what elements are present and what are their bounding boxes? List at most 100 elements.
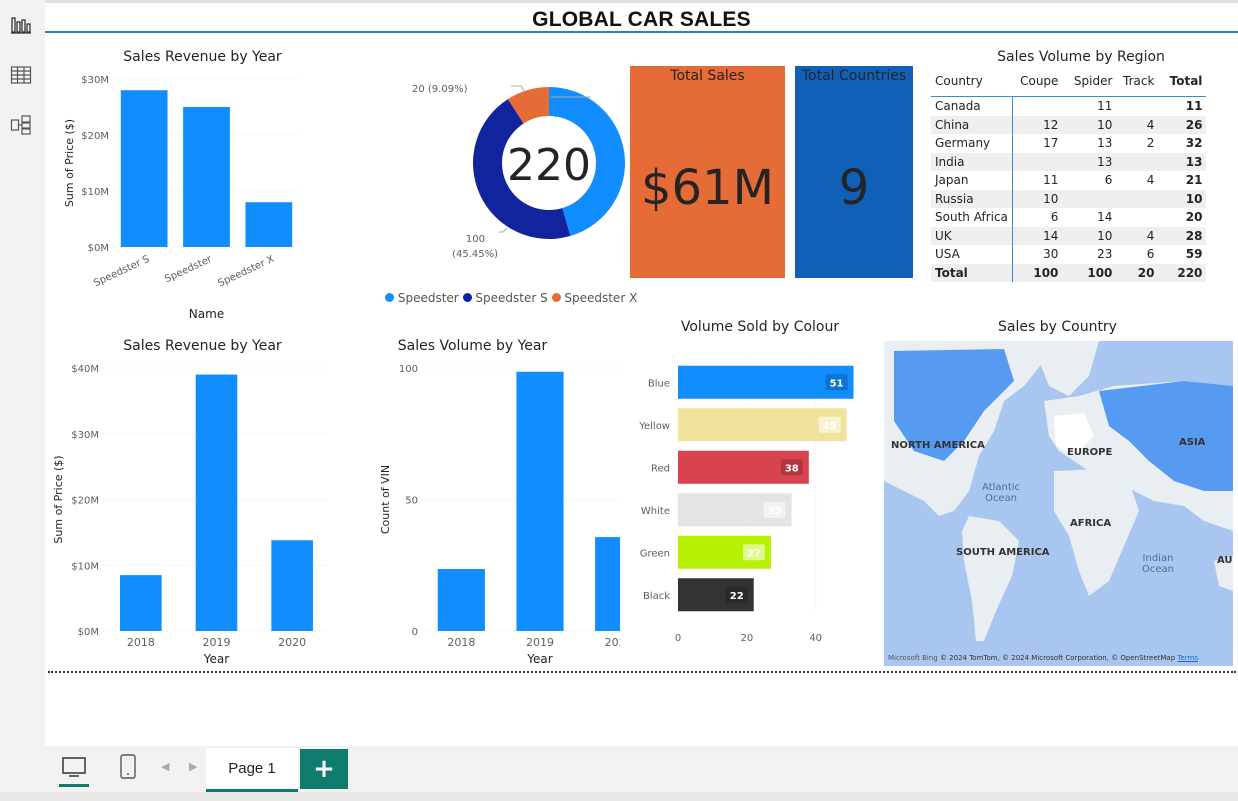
revenue-by-year-chart[interactable]: $0M $10M $20M $30M $40M 2018 2019 2020 Year Sum o… [45,356,340,668]
status-strip [0,792,1238,801]
matrix-cell [1116,208,1158,227]
table-row[interactable]: Germany 17 13 2 32 [931,134,1206,153]
matrix-cell: 32 [1185,136,1203,151]
colour-data-label: 33 [768,506,782,517]
matrix-cell: 59 [1185,247,1203,262]
rev-name-bar[interactable] [120,90,168,247]
revenue-by-name-chart[interactable]: $0M $10M $20M $30M Speedster S Speedster Speed… [45,66,335,328]
matrix-header-coupe[interactable]: Coupe [1012,66,1062,97]
matrix-cell [1116,97,1158,116]
table-view-icon[interactable] [10,64,34,88]
legend-speedster[interactable]: Speedster [398,291,459,305]
table-row[interactable]: Canada 11 11 [931,96,1206,116]
mobile-layout-button[interactable] [119,754,137,780]
matrix-header-row: Country Coupe Spider Track Total [931,66,1207,97]
legend-speedster-s[interactable]: Speedster S [475,291,547,305]
matrix-cell: 14 [1012,226,1063,245]
canvas-top-border [45,0,1238,3]
revenue-by-year-title: Sales Revenue by Year [123,338,282,354]
next-page-icon[interactable]: ▶ [189,760,197,773]
rev-year-ytick: $30M [71,430,99,441]
left-rail [0,0,45,746]
page-tab-bar: ◀ ▶ Page 1 + [45,746,1238,792]
matrix-header-total[interactable]: Total [1158,66,1206,97]
matrix-cell: 12 [1012,115,1063,134]
rev-year-ytick: $40M [71,364,99,375]
donut-label-speedster-s-pct: (45.45%) [452,249,498,260]
donut-chart[interactable]: 100 (45.45%) 100 (45.45%) 20 (9.09%) 220 [395,72,635,292]
matrix-row-label: Japan [931,171,1013,190]
table-row[interactable]: South Africa 6 14 20 [931,208,1206,227]
matrix-cell [1116,152,1159,171]
rev-name-bar[interactable] [183,107,230,247]
matrix-header-track[interactable]: Track [1116,66,1158,97]
vol-year-ytick: 100 [399,364,418,375]
terms-link[interactable]: Terms [1177,654,1198,662]
rev-name-ytick: $0M [88,243,109,254]
colour-data-label: 27 [747,548,761,559]
rev-year-xtick: 2018 [127,636,155,649]
rev-year-xlabel: Year [203,652,229,666]
map-label-south-america: SOUTH AMERICA [956,547,1050,558]
matrix-header-spider[interactable]: Spider [1062,66,1116,97]
matrix-cell: 10 [1062,226,1117,245]
matrix-cell: 21 [1185,173,1203,188]
report-view-icon[interactable] [10,14,34,38]
vol-year-bar[interactable] [437,569,485,631]
matrix-row-label: Russia [931,189,1013,208]
volume-by-colour-chart[interactable]: 0 20 40 Blue 51 Yellow 49 Red 38 White 33 Green 27 Bl… [625,338,865,650]
report-canvas: GLOBAL CAR SALES Sales Revenue by Year $… [45,0,1238,746]
attribution-text[interactable]: © 2024 TomTom, © 2024 Microsoft Corporat… [940,654,1175,662]
total-countries-label: Total Countries [801,68,907,84]
volume-by-year-chart[interactable]: 0 50 100 2018 2019 2020 Year Count of VIN [330,356,620,668]
region-table: Country Coupe Spider Track Total Canada 11 11 Ch… [931,66,1207,282]
prev-page-icon[interactable]: ◀ [161,760,169,773]
colour-data-label: 51 [830,378,844,389]
vol-year-xtick: 2019 [526,636,554,649]
table-row[interactable]: UK 14 10 4 28 [931,226,1207,245]
vol-year-bar[interactable] [516,371,564,631]
page-tab-page-1[interactable]: Page 1 [206,748,298,792]
matrix-cell: 10 [1012,189,1063,208]
table-row[interactable]: Japan 11 6 4 21 [931,171,1206,190]
region-matrix[interactable]: Country Coupe Spider Track Total Canada 11 11 Ch… [931,66,1207,282]
model-view-icon[interactable] [10,114,34,138]
matrix-row-label: South Africa [931,208,1013,227]
matrix-cell [1062,189,1117,208]
revenue-by-name-title: Sales Revenue by Year [123,49,282,65]
rev-year-bar[interactable] [120,575,162,631]
total-sales-card[interactable]: Total Sales $61M [630,66,785,278]
vol-year-bar[interactable] [595,537,620,631]
donut-leader-line [511,85,526,93]
matrix-cell: 4 [1116,115,1159,134]
rev-year-bar[interactable] [271,540,313,631]
desktop-layout-button[interactable] [59,754,89,788]
matrix-row-label: China [931,115,1013,134]
rev-name-bar[interactable] [245,202,293,247]
legend-speedster-x[interactable]: Speedster X [564,291,637,305]
matrix-cell: 6 [1050,210,1059,225]
matrix-cell: 6 [1104,173,1113,188]
matrix-cell: 10 [1062,115,1117,134]
matrix-cell [1012,97,1062,116]
table-row[interactable]: USA 30 23 6 59 [931,245,1206,264]
table-row[interactable]: China 12 10 4 26 [931,115,1207,134]
map-label-africa: AFRICA [1070,518,1112,529]
table-row[interactable]: India 13 13 [931,152,1207,171]
rev-year-ytick: $10M [71,561,99,572]
colour-xtick: 40 [809,633,822,644]
map-label-indian: Indian Ocean [1138,553,1178,575]
matrix-cell [1012,152,1063,171]
matrix-header-country[interactable]: Country [931,66,1012,97]
sales-by-country-map[interactable]: NORTH AMERICA EUROPE ASIA AFRICA SOUTH A… [884,341,1233,666]
rev-name-ytick: $30M [81,75,109,86]
matrix-total-row[interactable]: Total 100 100 20 220 [931,263,1207,282]
legend-dot-speedster [385,293,394,302]
map-label-europe: EUROPE [1067,447,1113,458]
rev-year-bar[interactable] [195,374,238,631]
table-row[interactable]: Russia 10 10 [931,189,1207,208]
add-page-button[interactable]: + [300,749,348,789]
matrix-cell: 20 [1116,263,1159,282]
total-countries-card[interactable]: Total Countries 9 [795,66,913,278]
matrix-row-label: Canada [931,96,1013,116]
